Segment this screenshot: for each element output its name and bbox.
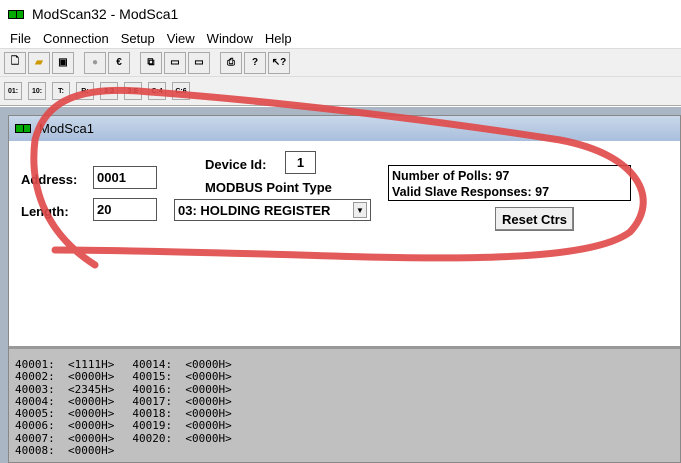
monitor-icon[interactable]: ▭ [188, 51, 210, 74]
chevron-down-icon[interactable]: ▼ [353, 202, 367, 218]
register-value: <0000H> [185, 407, 232, 421]
child-icon [15, 124, 31, 133]
register-value: <0000H> [68, 394, 115, 408]
valid-responses: Valid Slave Responses: 97 [392, 185, 550, 199]
tile-windows-icon[interactable]: ⧉ [140, 51, 162, 74]
menu-window[interactable]: Window [201, 31, 259, 46]
device-id-label: Device Id: [205, 157, 267, 172]
polls-count: Number of Polls: 97 [392, 169, 510, 183]
register-address: 40007: [15, 431, 55, 445]
register-address: 40018: [132, 407, 173, 421]
register-address: 40014: [132, 358, 173, 371]
context-help-icon[interactable]: ↖? [268, 51, 290, 74]
register-address: 40019: [132, 419, 173, 433]
menu-file[interactable]: File [4, 31, 37, 46]
register-address: 40001: [15, 358, 55, 371]
title-bar: ModScan32 - ModSca1 [0, 0, 681, 28]
point-type-value: 03: HOLDING REGISTER [178, 202, 331, 218]
window-title: ModScan32 - ModSca1 [32, 6, 179, 22]
display-format-toolbar: 01: 10: T: R: 3:3 3:E C:4 C:6 [0, 76, 681, 106]
register-value: <0000H> [185, 419, 232, 433]
register-value: <0000H> [185, 431, 232, 445]
input-status-icon[interactable]: 10: [28, 82, 46, 100]
format-c6-icon[interactable]: C:6 [172, 82, 190, 100]
coil-status-icon[interactable]: 01: [4, 82, 22, 100]
poll-stats: Number of Polls: 97 Valid Slave Response… [388, 165, 631, 201]
menu-view[interactable]: View [161, 31, 201, 46]
format-c4-icon[interactable]: C:4 [148, 82, 166, 100]
app-icon [8, 9, 24, 19]
register-address: 40016: [132, 382, 173, 396]
register-value: <0000H> [185, 382, 232, 396]
display-icon[interactable]: ▭ [164, 51, 186, 74]
input-register-icon[interactable]: T: [52, 82, 70, 100]
register-value: <2345H> [68, 382, 115, 396]
register-row: 40008: <0000H> [15, 444, 115, 458]
register-value: <0000H> [185, 370, 232, 384]
stop-icon[interactable]: ● [84, 51, 106, 74]
register-address: 40002: [15, 370, 55, 384]
format-e-icon[interactable]: 3:E [124, 82, 142, 100]
menu-bar: File Connection Setup View Window Help [0, 28, 681, 48]
register-data: 40001: <1111H> 40002: <0000H> 40003: <2345… [9, 346, 680, 462]
help-icon[interactable]: ? [244, 51, 266, 74]
device-id-input[interactable]: 1 [285, 151, 316, 174]
register-address: 40017: [132, 394, 173, 408]
register-address: 40015: [132, 370, 173, 384]
register-address: 40008: [15, 444, 55, 458]
register-value: <0000H> [68, 370, 115, 384]
modscan-child-window: ModSca1 Address: 0001 Length: 20 Device … [8, 115, 681, 463]
menu-connection[interactable]: Connection [37, 31, 115, 46]
config-form: Address: 0001 Length: 20 Device Id: 1 MO… [9, 141, 680, 351]
register-value: <0000H> [68, 431, 115, 445]
reset-counters-button[interactable]: Reset Ctrs [495, 207, 574, 231]
child-title-bar: ModSca1 [9, 116, 680, 141]
register-address: 40004: [15, 394, 55, 408]
point-type-label: MODBUS Point Type [205, 180, 332, 195]
register-column: 40014: <0000H> 40015: <0000H> 40016: <0000… [132, 358, 232, 462]
address-label: Address: [21, 172, 78, 187]
connect-icon[interactable]: € [108, 51, 130, 74]
register-value: <0000H> [68, 419, 115, 433]
register-value: <0000H> [185, 358, 232, 371]
register-value: <1111H> [68, 358, 115, 371]
register-value: <0000H> [68, 407, 115, 421]
save-icon[interactable]: ▣ [52, 51, 74, 74]
length-label: Length: [21, 204, 69, 219]
child-title: ModSca1 [39, 121, 94, 136]
register-address: 40006: [15, 419, 55, 433]
holding-register-icon[interactable]: R: [76, 82, 94, 100]
address-input[interactable]: 0001 [93, 166, 157, 189]
menu-setup[interactable]: Setup [115, 31, 161, 46]
register-value: <0000H> [68, 444, 115, 458]
register-address: 40020: [132, 431, 173, 445]
open-folder-icon[interactable]: ▰ [28, 51, 50, 74]
mdi-client: ModSca1 Address: 0001 Length: 20 Device … [0, 107, 681, 463]
register-value: <0000H> [185, 394, 232, 408]
register-address: 40005: [15, 407, 55, 421]
print-icon[interactable]: ⎙ [220, 51, 242, 74]
point-type-select[interactable]: 03: HOLDING REGISTER ▼ [174, 199, 371, 221]
register-row: 40020: <0000H> [132, 431, 232, 445]
register-column: 40001: <1111H> 40002: <0000H> 40003: <2345… [15, 358, 115, 462]
format-3-icon[interactable]: 3:3 [100, 82, 118, 100]
register-address: 40003: [15, 382, 55, 396]
menu-help[interactable]: Help [259, 31, 298, 46]
length-input[interactable]: 20 [93, 198, 157, 221]
new-file-icon[interactable]: 🗋 [4, 51, 26, 74]
main-toolbar: 🗋 ▰ ▣ ● € ⧉ ▭ ▭ ⎙ ? ↖? [0, 48, 681, 76]
